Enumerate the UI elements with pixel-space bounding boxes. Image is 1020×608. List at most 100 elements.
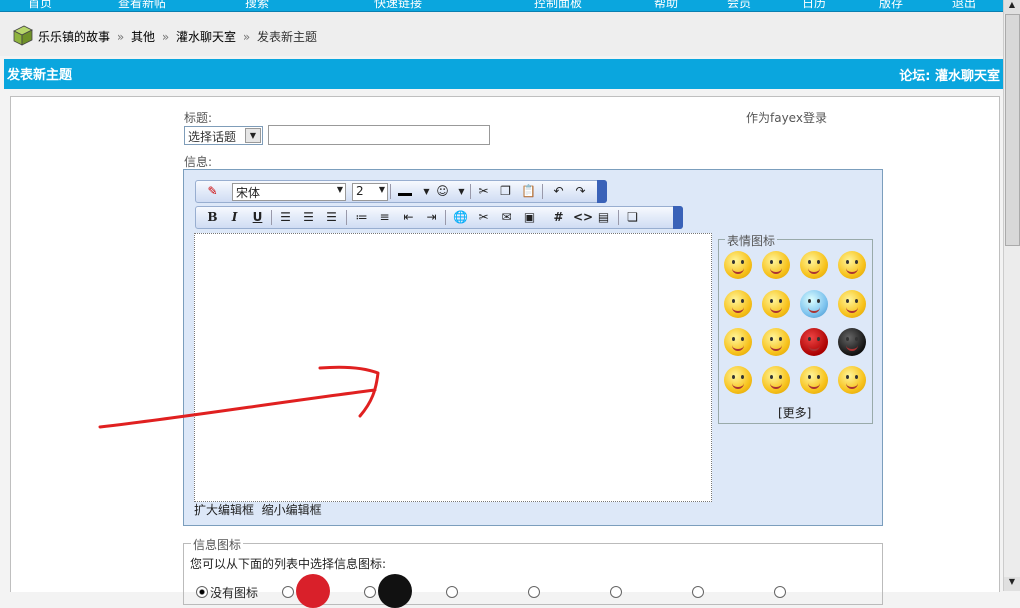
nav-item-home[interactable]: 首页	[28, 0, 52, 11]
align-center-icon[interactable]: ☰	[300, 209, 317, 226]
smiley-book-icon[interactable]	[762, 366, 790, 394]
email-icon[interactable]: ✉	[498, 209, 515, 226]
smiley-grin-icon[interactable]	[724, 251, 752, 279]
toolbar-separator	[470, 184, 471, 199]
nav-item-archive[interactable]: 版存	[879, 0, 903, 11]
icon-radio[interactable]	[528, 586, 540, 598]
indent-icon[interactable]: ⇥	[423, 209, 440, 226]
nav-item-control-panel[interactable]: 控制面板	[534, 0, 582, 11]
toolbar-end	[673, 206, 683, 229]
scroll-up-icon[interactable]: ▲	[1004, 0, 1020, 14]
code-icon[interactable]: #	[550, 209, 567, 226]
redo-icon[interactable]: ↷	[572, 183, 589, 200]
no-icon-radio[interactable]	[196, 586, 208, 598]
quote-icon[interactable]: ❏	[624, 209, 641, 226]
page-title: 发表新主题	[7, 68, 73, 83]
underline-icon[interactable]: U	[249, 209, 266, 226]
smiley-grin2-icon[interactable]	[838, 366, 866, 394]
cut-icon[interactable]: ✂	[475, 183, 492, 200]
smiley-spider-icon[interactable]	[800, 328, 828, 356]
smiley-smug-icon[interactable]	[724, 328, 752, 356]
copy-icon[interactable]: ❐	[497, 183, 514, 200]
align-right-icon[interactable]: ☰	[323, 209, 340, 226]
message-label: 信息:	[184, 155, 213, 169]
font-select[interactable]: 宋体 ▼	[232, 183, 346, 201]
size-select-value: 2	[356, 184, 364, 198]
smiley-cool-icon[interactable]	[838, 328, 866, 356]
toolbar-separator	[445, 210, 446, 225]
scrollbar-thumb[interactable]	[1005, 14, 1020, 246]
chevron-down-icon[interactable]: ▼	[453, 183, 470, 200]
bold-icon[interactable]: B	[204, 209, 221, 226]
font-select-value: 宋体	[236, 186, 261, 200]
enlarge-editor-link[interactable]: 扩大编辑框	[194, 503, 254, 517]
editor-resize-links: 扩大编辑框 缩小编辑框	[194, 501, 322, 518]
smiley-sleepy-icon[interactable]	[762, 328, 790, 356]
topic-select[interactable]: 选择话题 ▼	[184, 126, 263, 145]
html-icon[interactable]: <>	[573, 209, 593, 226]
nav-item-calendar[interactable]: 日历	[802, 0, 826, 11]
ordered-list-icon[interactable]: ≔	[353, 209, 370, 226]
image-icon[interactable]: ▣	[521, 209, 538, 226]
breadcrumb-site[interactable]: 乐乐镇的故事	[38, 30, 110, 44]
smiley-cry-icon[interactable]	[838, 251, 866, 279]
chevron-down-icon[interactable]: ▼	[418, 183, 435, 200]
text-color-icon[interactable]	[396, 183, 413, 200]
breadcrumb: 乐乐镇的故事 » 其他 » 灌水聊天室 » 发表新主题	[0, 12, 1004, 56]
icon-radio[interactable]	[282, 586, 294, 598]
title-input[interactable]	[268, 125, 490, 145]
breadcrumb-forum[interactable]: 灌水聊天室	[176, 30, 236, 44]
topic-select-value: 选择话题	[188, 130, 237, 144]
icon-radio[interactable]	[446, 586, 458, 598]
smiley-surprised-icon[interactable]	[762, 251, 790, 279]
message-editor[interactable]	[194, 233, 712, 502]
toolbar-end	[597, 180, 607, 203]
smiley-text-icon[interactable]	[800, 251, 828, 279]
smiley-icon[interactable]: ☺	[434, 183, 451, 200]
remove-format-icon[interactable]: ✎	[204, 183, 221, 200]
breadcrumb-other[interactable]: 其他	[131, 30, 155, 44]
title-label: 标题:	[184, 111, 213, 125]
unordered-list-icon[interactable]: ≡	[376, 209, 393, 226]
smiley-worried-icon[interactable]	[762, 290, 790, 318]
outdent-icon[interactable]: ⇤	[400, 209, 417, 226]
php-icon[interactable]: ▤	[595, 209, 612, 226]
smiley-sleep-icon[interactable]	[724, 366, 752, 394]
more-smilies-link[interactable]: [更多]	[778, 404, 811, 421]
toolbar-separator	[542, 184, 543, 199]
nav-item-quick-links[interactable]: 快速链接	[374, 0, 422, 11]
message-icon-description: 您可以从下面的列表中选择信息图标:	[190, 557, 387, 571]
login-as-text: 作为fayex登录	[746, 111, 827, 125]
undo-icon[interactable]: ↶	[550, 183, 567, 200]
chevron-down-icon: ▼	[336, 185, 343, 194]
editor-toolbar-2: B I U ☰ ☰ ☰ ≔ ≡ ⇤ ⇥ 🌐 ✂ ✉ ▣ # <> ▤ ❏	[195, 206, 683, 229]
smiley-frown-icon[interactable]	[800, 366, 828, 394]
italic-icon[interactable]: I	[226, 209, 243, 226]
smiley-blue-icon[interactable]	[800, 290, 828, 318]
size-select[interactable]: 2 ▼	[352, 183, 388, 201]
icon-radio[interactable]	[610, 586, 622, 598]
breadcrumb-current: 发表新主题	[257, 30, 318, 44]
unlink-icon[interactable]: ✂	[475, 209, 492, 226]
shrink-editor-link[interactable]: 缩小编辑框	[262, 503, 322, 517]
icon-radio[interactable]	[692, 586, 704, 598]
paste-icon[interactable]: 📋	[520, 183, 537, 200]
toolbar-separator	[390, 184, 391, 199]
nav-item-search[interactable]: 搜索	[245, 0, 269, 11]
scroll-down-icon[interactable]: ▼	[1004, 577, 1020, 591]
nav-item-logout[interactable]: 退出	[952, 0, 976, 11]
editor-toolbar-1: ✎ 宋体 ▼ 2 ▼ ▼ ☺ ▼ ✂ ❐ 📋 ↶ ↷	[195, 180, 607, 203]
link-icon[interactable]: 🌐	[452, 209, 469, 226]
smiley-sad-icon[interactable]	[838, 290, 866, 318]
black-face-icon	[378, 574, 412, 608]
nav-item-members[interactable]: 会员	[727, 0, 751, 11]
toolbar-separator	[618, 210, 619, 225]
nav-item-help[interactable]: 帮助	[654, 0, 678, 11]
align-left-icon[interactable]: ☰	[277, 209, 294, 226]
red-face-icon	[296, 574, 330, 608]
icon-radio[interactable]	[364, 586, 376, 598]
nav-item-new-posts[interactable]: 查看新帖	[118, 0, 166, 11]
smiley-smile-icon[interactable]	[724, 290, 752, 318]
icon-radio[interactable]	[774, 586, 786, 598]
page-scrollbar[interactable]: ▲ ▼	[1003, 0, 1020, 591]
